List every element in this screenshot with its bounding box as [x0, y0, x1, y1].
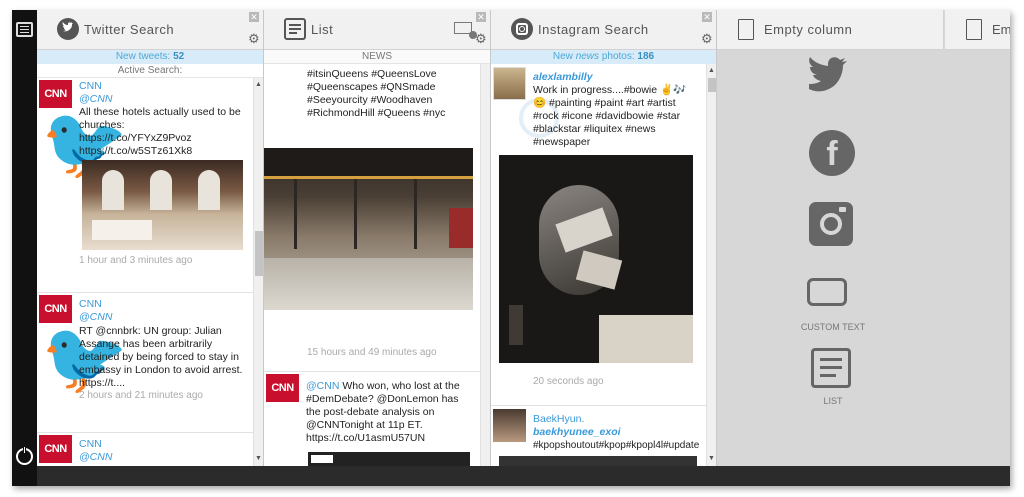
tweet-item[interactable]: CNN CNN @CNN: [37, 433, 253, 466]
instagram-icon: [809, 202, 853, 246]
add-list-column-button[interactable]: LIST: [803, 348, 863, 406]
post-photo[interactable]: [499, 155, 693, 363]
instagram-icon: [511, 18, 533, 40]
speech-bubble-pencil-icon: [807, 278, 847, 306]
list-item[interactable]: #itsinQueens #QueensLove #Queenscapes #Q…: [264, 64, 480, 372]
tweet-author-handle[interactable]: @CNN: [79, 451, 112, 463]
post-caption: Work in progress....#bowie ✌🎶 😊 #paintin…: [533, 84, 687, 148]
avatar: CNN: [266, 374, 299, 402]
new-photos-bar[interactable]: New news photos: 186: [491, 50, 716, 64]
new-tweets-label: New tweets:: [115, 51, 171, 62]
add-twitter-column-button[interactable]: [807, 55, 855, 103]
new-tweets-count: 52: [173, 51, 185, 62]
instagram-post[interactable]: BaekHyun. baekhyunee_exoi #kpopshoutout#…: [491, 406, 706, 466]
new-photos-label: New: [552, 51, 573, 62]
scroll-up-arrow-icon[interactable]: ▲: [254, 80, 263, 90]
scrollbar[interactable]: ▲ ▼: [706, 64, 716, 466]
column-header: Twitter Search ✕ ⚙: [37, 10, 263, 50]
add-custom-text-column-button[interactable]: CUSTOM TEXT: [783, 276, 883, 332]
scrollbar[interactable]: [480, 64, 490, 466]
avatar: CNN: [39, 435, 72, 463]
close-column-icon[interactable]: ✕: [476, 12, 486, 22]
column-header: Instagram Search ✕ ⚙: [491, 10, 716, 50]
instagram-post[interactable]: alexlambilly Work in progress....#bowie …: [491, 64, 706, 406]
columns-menu-icon[interactable]: [16, 22, 33, 37]
twitter-search-column: Twitter Search ✕ ⚙ New tweets: 52 Active…: [37, 10, 264, 466]
twitter-icon: [57, 18, 79, 40]
empty-column-header[interactable]: Empty column: [717, 10, 944, 50]
instagram-search-column: Instagram Search ✕ ⚙ New news photos: 18…: [491, 10, 717, 466]
document-icon: [738, 19, 754, 40]
tweet-timestamp: 2 hours and 21 minutes ago: [79, 390, 203, 401]
column-title: Instagram Search: [538, 22, 649, 37]
empty-column: Empty column Em f CUSTOM TEXT LIST: [717, 10, 1010, 466]
gear-icon[interactable]: ⚙: [248, 32, 261, 45]
scroll-up-arrow-icon[interactable]: ▲: [707, 66, 716, 76]
compose-mail-icon[interactable]: [454, 22, 477, 39]
scrollbar-thumb[interactable]: [708, 78, 716, 92]
power-icon[interactable]: [16, 446, 33, 465]
tweet-item[interactable]: 🐦 CNN CNN @CNN RT @cnnbrk: UN group: Jul…: [37, 293, 253, 433]
tweet-item[interactable]: 🐦 CNN CNN @CNN All these hotels actually…: [37, 78, 253, 293]
tweet-photo[interactable]: [308, 452, 470, 466]
scroll-down-arrow-icon[interactable]: ▼: [254, 454, 263, 464]
tweet-item[interactable]: CNN @CNN Who won, who lost at the #DemDe…: [264, 372, 480, 466]
gear-icon[interactable]: ⚙: [701, 32, 714, 45]
post-username[interactable]: alexlambilly: [533, 71, 593, 83]
tweet-author-handle[interactable]: @CNN: [79, 311, 112, 323]
avatar: CNN: [39, 295, 72, 323]
tweet-author-name[interactable]: CNN: [79, 80, 102, 92]
facebook-icon: f: [809, 130, 855, 176]
scrollbar-thumb[interactable]: [255, 231, 263, 276]
hashtags-text: #itsinQueens #QueensLove #Queenscapes #Q…: [307, 68, 446, 119]
tweet-text: @CNN Who won, who lost at the #DemDebate…: [306, 380, 472, 445]
avatar: CNN: [39, 80, 72, 108]
avatar: [493, 409, 526, 442]
post-timestamp: 20 seconds ago: [533, 376, 604, 387]
new-photos-search-term: news: [575, 51, 600, 62]
active-search-label: Active Search:: [37, 64, 263, 78]
avatar: [493, 67, 526, 100]
list-pencil-icon: [811, 348, 851, 388]
close-column-icon[interactable]: ✕: [249, 12, 259, 22]
new-photos-label-tail: photos:: [601, 51, 635, 62]
list-name-label: NEWS: [264, 50, 490, 64]
tweet-text: RT @cnnbrk: UN group: Julian Assange has…: [79, 325, 243, 389]
close-column-icon[interactable]: ✕: [702, 12, 712, 22]
post-username[interactable]: BaekHyun.: [533, 413, 584, 425]
scroll-down-arrow-icon[interactable]: ▼: [707, 454, 716, 464]
column-title: Twitter Search: [84, 22, 175, 37]
custom-text-label: CUSTOM TEXT: [800, 322, 866, 332]
new-tweets-bar[interactable]: New tweets: 52: [37, 50, 263, 64]
column-title: List: [311, 22, 334, 37]
scrollbar[interactable]: ▲ ▼: [253, 78, 263, 466]
list-label: LIST: [823, 396, 843, 406]
gear-icon[interactable]: ⚙: [475, 32, 488, 45]
tweet-photo[interactable]: [82, 160, 243, 250]
post-timestamp: 15 hours and 49 minutes ago: [307, 347, 437, 358]
post-photo[interactable]: [264, 148, 473, 310]
tweet-author-name[interactable]: CNN: [79, 298, 102, 310]
tweet-author-handle[interactable]: @CNN: [306, 380, 339, 392]
post-caption: #kpopshoutout#kpop#kpopl4l#update: [533, 440, 700, 451]
add-instagram-column-button[interactable]: [807, 200, 855, 248]
document-icon: [966, 19, 982, 40]
add-facebook-column-button[interactable]: f: [807, 128, 855, 176]
post-photo[interactable]: [499, 456, 697, 466]
bottom-bar: [37, 466, 1010, 486]
new-photos-count: 186: [637, 51, 655, 62]
empty-column-header-2[interactable]: Em: [945, 10, 1010, 50]
app-window: Twitter Search ✕ ⚙ New tweets: 52 Active…: [12, 10, 1010, 486]
column-title: Empty column: [764, 22, 853, 37]
list-column: List ✕ ⚙ NEWS #itsinQueens #QueensLove #…: [264, 10, 491, 466]
tweet-author-name[interactable]: CNN: [79, 438, 102, 450]
left-toolbar: [12, 10, 37, 486]
column-title: Em: [992, 22, 1010, 37]
list-icon: [284, 18, 306, 40]
tweet-text: All these hotels actually used to be chu…: [79, 106, 241, 157]
tweet-timestamp: 1 hour and 3 minutes ago: [79, 255, 193, 266]
post-handle[interactable]: baekhyunee_exoi: [533, 426, 621, 438]
column-header: List ✕ ⚙: [264, 10, 490, 50]
tweet-author-handle[interactable]: @CNN: [79, 93, 112, 105]
